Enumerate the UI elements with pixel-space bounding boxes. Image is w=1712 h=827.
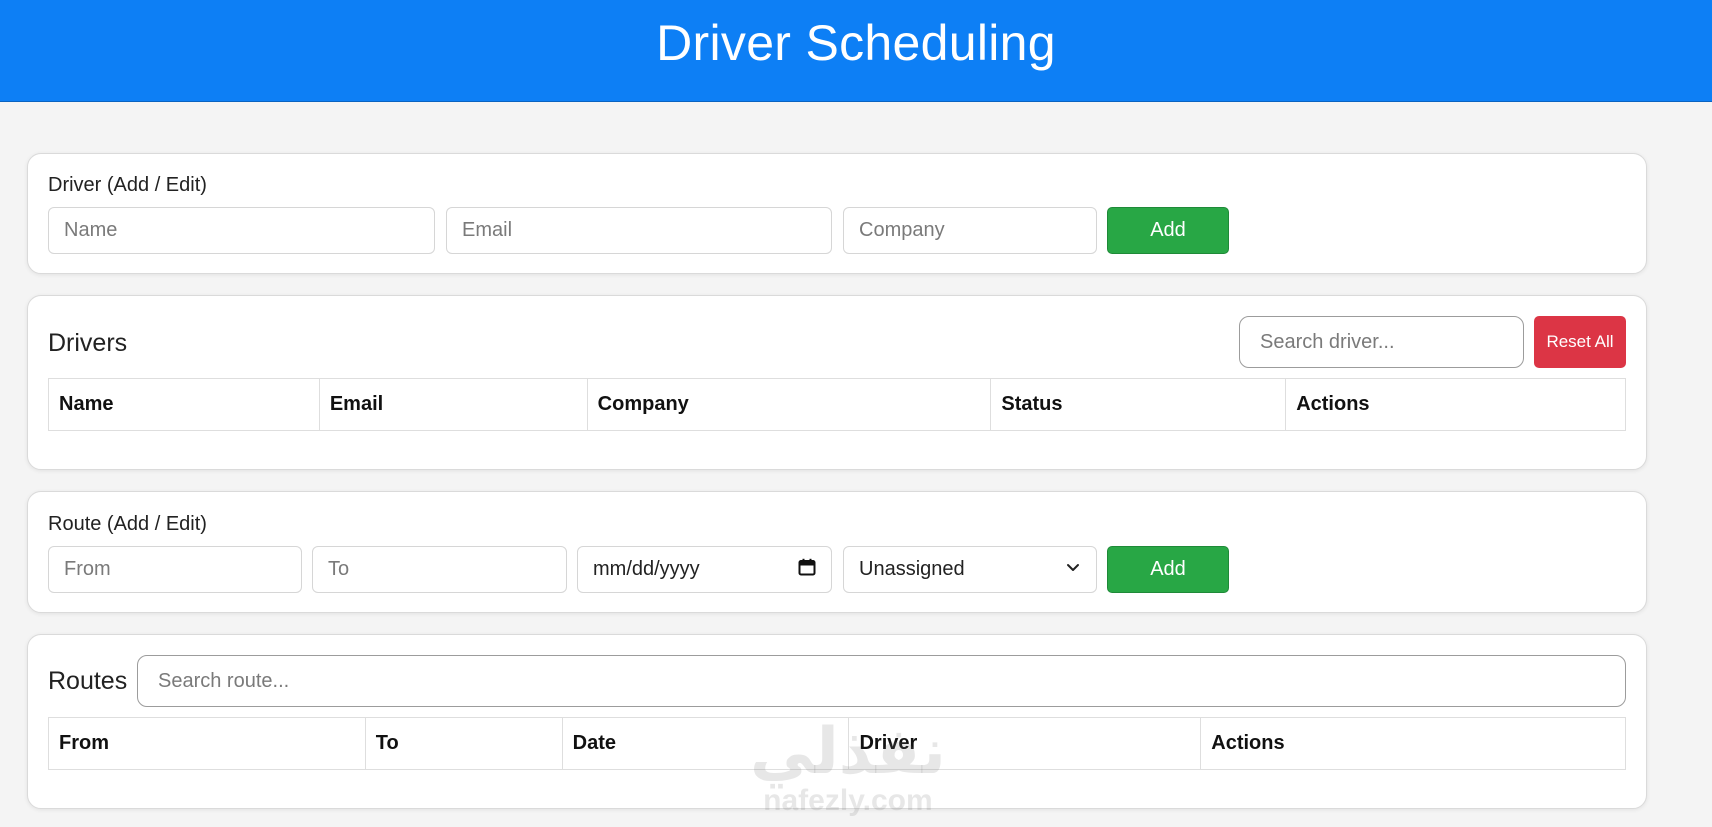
routes-col-driver: Driver <box>848 717 1202 770</box>
route-search-input[interactable] <box>137 655 1626 707</box>
drivers-table-header: Name Email Company Status Actions <box>48 378 1626 431</box>
routes-col-date: Date <box>561 717 850 770</box>
routes-table: From To Date Driver Actions <box>48 717 1626 770</box>
chevron-down-icon <box>1065 558 1081 581</box>
route-date-value: mm/dd/yyyy <box>593 558 700 580</box>
drivers-col-email: Email <box>318 378 588 431</box>
driver-company-input[interactable] <box>843 207 1097 254</box>
route-date-input[interactable]: mm/dd/yyyy <box>577 546 832 593</box>
add-driver-button[interactable]: Add <box>1107 207 1229 254</box>
route-from-input[interactable] <box>48 546 302 593</box>
route-driver-select-value: Unassigned <box>859 558 965 580</box>
driver-name-input[interactable] <box>48 207 435 254</box>
drivers-col-actions: Actions <box>1285 378 1626 431</box>
app-header: Driver Scheduling <box>0 0 1712 102</box>
route-to-input[interactable] <box>312 546 567 593</box>
drivers-title: Drivers <box>48 329 128 357</box>
drivers-col-company: Company <box>586 378 992 431</box>
calendar-icon[interactable] <box>798 558 816 582</box>
page-title: Driver Scheduling <box>656 15 1056 71</box>
routes-title: Routes <box>48 667 128 695</box>
drivers-table: Name Email Company Status Actions <box>48 378 1626 431</box>
routes-col-actions: Actions <box>1200 717 1626 770</box>
drivers-col-name: Name <box>48 378 320 431</box>
routes-table-header: From To Date Driver Actions <box>48 717 1626 770</box>
routes-col-from: From <box>48 717 366 770</box>
add-route-button[interactable]: Add <box>1107 546 1229 593</box>
route-form-card: Route (Add / Edit) mm/dd/yyyy Unassigned… <box>27 491 1647 613</box>
drivers-card: Drivers Reset All Name Email Company Sta… <box>27 295 1647 470</box>
route-form-label: Route (Add / Edit) <box>48 513 207 535</box>
driver-form-card: Driver (Add / Edit) Add <box>27 153 1647 274</box>
driver-search-input[interactable] <box>1239 316 1524 368</box>
reset-all-button[interactable]: Reset All <box>1534 316 1626 368</box>
routes-card: Routes From To Date Driver Actions <box>27 634 1647 809</box>
driver-email-input[interactable] <box>446 207 832 254</box>
driver-form-label: Driver (Add / Edit) <box>48 174 207 196</box>
route-driver-select[interactable]: Unassigned <box>843 546 1097 593</box>
routes-col-to: To <box>364 717 563 770</box>
drivers-col-status: Status <box>990 378 1287 431</box>
